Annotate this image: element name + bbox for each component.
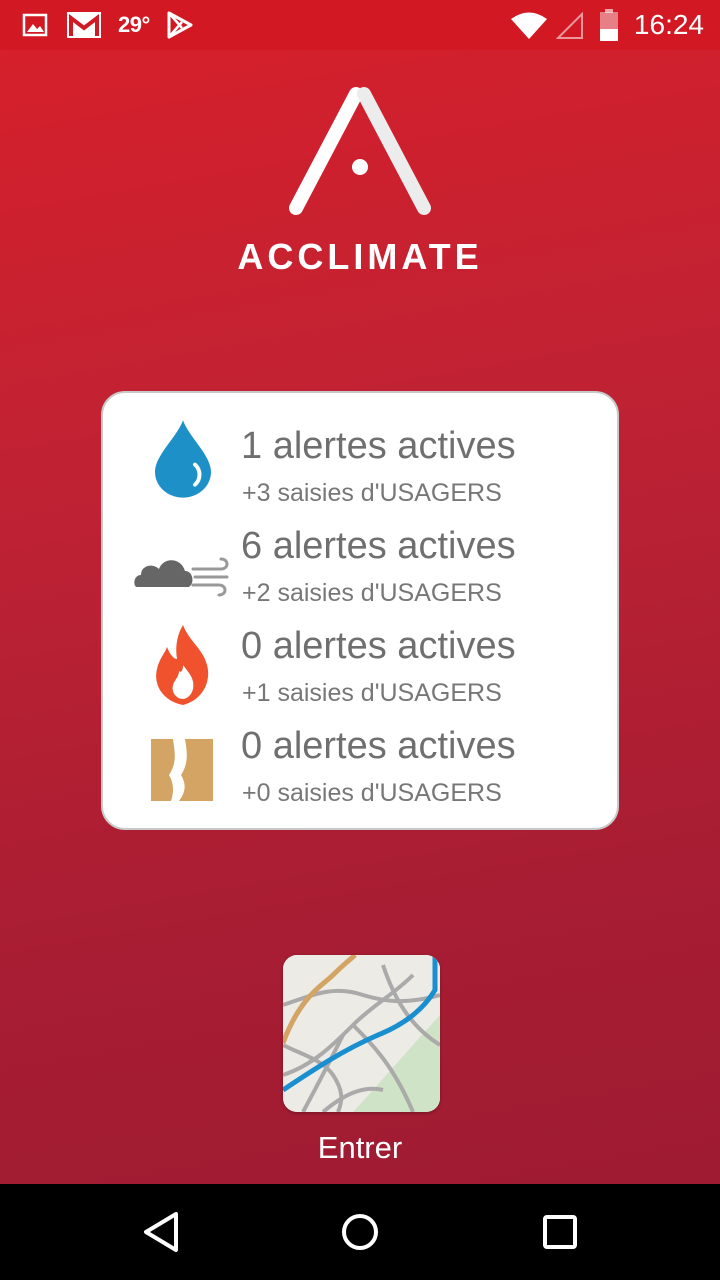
enter-label: Entrer xyxy=(317,1130,403,1165)
alert-row-water[interactable]: 1 alertes actives +3 saisies d'USAGERS xyxy=(103,403,621,507)
map-icon xyxy=(283,955,440,1112)
alert-title: 0 alertes actives xyxy=(241,625,516,667)
battery-icon xyxy=(598,8,620,47)
wind-cloud-icon xyxy=(134,557,229,597)
home-icon[interactable] xyxy=(330,1202,390,1262)
cell-signal-icon xyxy=(555,11,584,45)
alert-subtitle: +0 saisies d'USAGERS xyxy=(242,779,502,807)
fire-icon xyxy=(156,625,209,705)
play-store-icon xyxy=(166,11,194,44)
status-bar: 29° 16:24 xyxy=(0,0,720,50)
temperature-label: 29° xyxy=(118,12,150,37)
wifi-icon xyxy=(510,12,548,45)
app-screen: 29° 16:24 ACCLIMATE 1 alertes actives +3… xyxy=(0,0,720,1184)
alert-row-fire[interactable]: 0 alertes actives +1 saisies d'USAGERS xyxy=(103,603,621,707)
gmail-icon xyxy=(66,10,102,45)
alerts-card: 1 alertes actives +3 saisies d'USAGERS 6… xyxy=(101,391,619,830)
alert-title: 6 alertes actives xyxy=(241,525,516,567)
app-logo-text: ACCLIMATE xyxy=(237,236,483,277)
alert-title: 0 alertes actives xyxy=(241,725,516,767)
water-drop-icon xyxy=(155,420,211,498)
acclimate-logo-icon xyxy=(289,87,431,215)
enter-map-button[interactable] xyxy=(283,955,440,1112)
alert-row-wind[interactable]: 6 alertes actives +2 saisies d'USAGERS xyxy=(103,503,621,607)
navigation-bar xyxy=(0,1184,720,1280)
clock-label: 16:24 xyxy=(633,9,704,40)
back-icon[interactable] xyxy=(130,1202,190,1262)
alert-title: 1 alertes actives xyxy=(241,425,516,467)
image-notification-icon xyxy=(22,12,48,43)
recents-icon[interactable] xyxy=(530,1202,590,1262)
ground-crack-icon xyxy=(151,739,213,801)
alert-row-ground[interactable]: 0 alertes actives +0 saisies d'USAGERS xyxy=(103,703,621,807)
